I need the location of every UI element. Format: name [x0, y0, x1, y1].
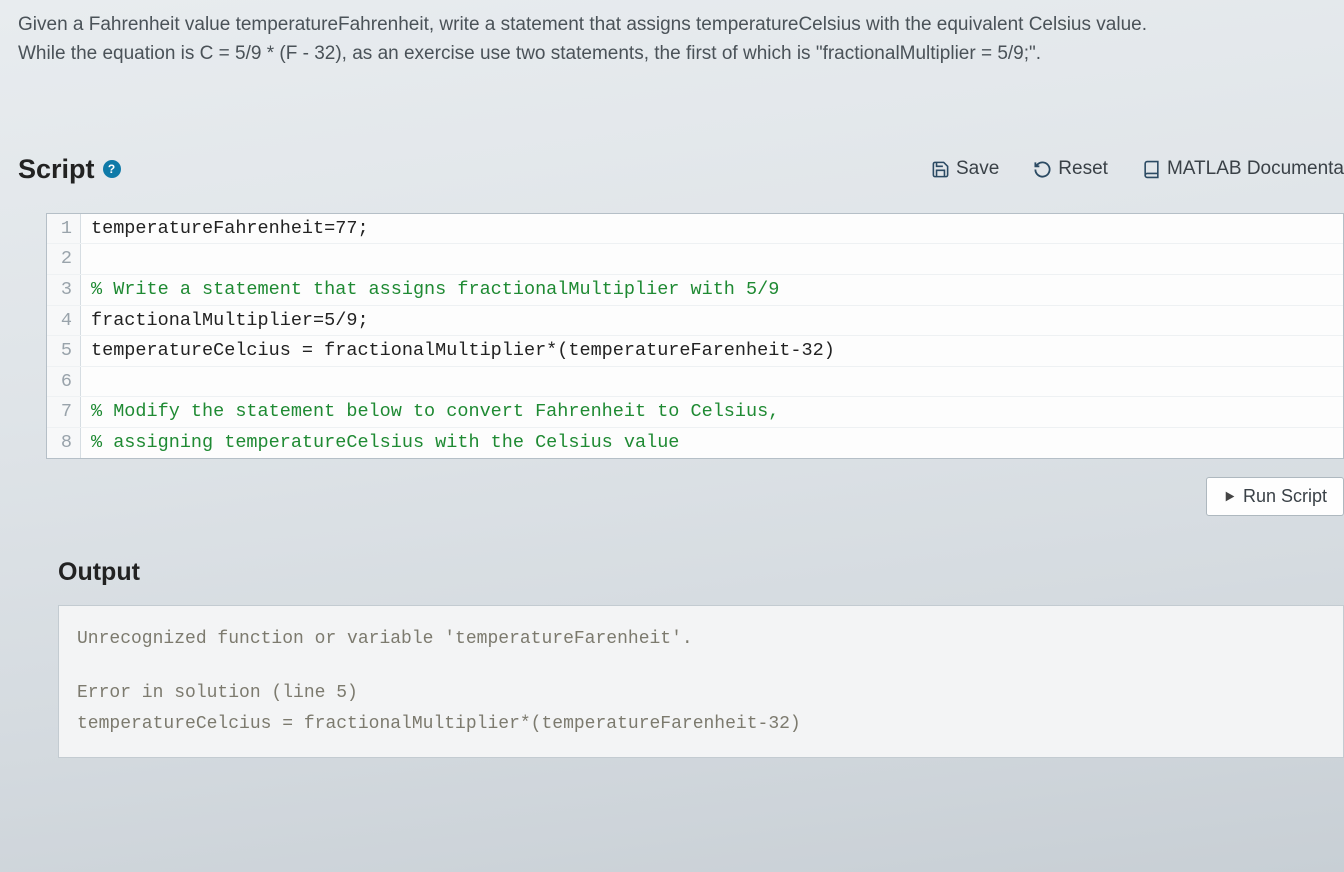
- line-number: 1: [47, 214, 81, 244]
- line-number: 2: [47, 244, 81, 274]
- script-header: Script ? Save Reset MATLAB Documenta: [18, 154, 1344, 185]
- code-line: 3% Write a statement that assigns fracti…: [47, 275, 1343, 306]
- code-line: 6: [47, 367, 1343, 398]
- help-icon[interactable]: ?: [103, 160, 121, 178]
- problem-line-1: Given a Fahrenheit value temperatureFahr…: [18, 10, 1334, 39]
- code-line: 7% Modify the statement below to convert…: [47, 397, 1343, 428]
- code-text[interactable]: temperatureFahrenheit=77;: [81, 214, 369, 244]
- output-line: Unrecognized function or variable 'tempe…: [77, 624, 1325, 655]
- output-box: Unrecognized function or variable 'tempe…: [58, 605, 1344, 759]
- line-number: 3: [47, 275, 81, 305]
- code-text[interactable]: [81, 244, 91, 274]
- output-line: temperatureCelcius = fractionalMultiplie…: [77, 709, 1325, 740]
- code-text[interactable]: temperatureCelcius = fractionalMultiplie…: [81, 336, 835, 366]
- code-line: 1temperatureFahrenheit=77;: [47, 214, 1343, 245]
- code-text[interactable]: % assigning temperatureCelsius with the …: [81, 428, 679, 458]
- save-icon: [931, 160, 950, 179]
- code-line: 2: [47, 244, 1343, 275]
- code-line: 5temperatureCelcius = fractionalMultipli…: [47, 336, 1343, 367]
- reset-button[interactable]: Reset: [1033, 158, 1108, 180]
- output-line: Error in solution (line 5): [77, 678, 1325, 709]
- output-spacer: [77, 654, 1325, 678]
- reset-label: Reset: [1058, 158, 1108, 180]
- book-icon: [1142, 160, 1161, 179]
- script-toolbar: Save Reset MATLAB Documenta: [931, 158, 1344, 180]
- code-editor[interactable]: 1temperatureFahrenheit=77; 2 3% Write a …: [46, 213, 1344, 459]
- line-number: 5: [47, 336, 81, 366]
- script-title-group: Script ?: [18, 154, 121, 185]
- save-button[interactable]: Save: [931, 158, 999, 180]
- docs-label: MATLAB Documenta: [1167, 158, 1344, 180]
- reset-icon: [1033, 160, 1052, 179]
- output-title: Output: [58, 558, 1344, 587]
- code-text[interactable]: fractionalMultiplier=5/9;: [81, 306, 369, 336]
- code-line: 8% assigning temperatureCelsius with the…: [47, 428, 1343, 458]
- line-number: 7: [47, 397, 81, 427]
- run-script-button[interactable]: Run Script: [1206, 477, 1344, 516]
- save-label: Save: [956, 158, 999, 180]
- run-row: Run Script: [18, 459, 1344, 516]
- code-line: 4fractionalMultiplier=5/9;: [47, 306, 1343, 337]
- line-number: 8: [47, 428, 81, 458]
- line-number: 6: [47, 367, 81, 397]
- problem-statement: Given a Fahrenheit value temperatureFahr…: [18, 10, 1344, 69]
- script-title: Script: [18, 154, 95, 185]
- code-text[interactable]: % Modify the statement below to convert …: [81, 397, 779, 427]
- docs-link[interactable]: MATLAB Documenta: [1142, 158, 1344, 180]
- code-text[interactable]: [81, 367, 91, 397]
- code-text[interactable]: % Write a statement that assigns fractio…: [81, 275, 779, 305]
- problem-line-2: While the equation is C = 5/9 * (F - 32)…: [18, 39, 1334, 68]
- line-number: 4: [47, 306, 81, 336]
- play-icon: [1223, 490, 1236, 503]
- run-label: Run Script: [1243, 486, 1327, 507]
